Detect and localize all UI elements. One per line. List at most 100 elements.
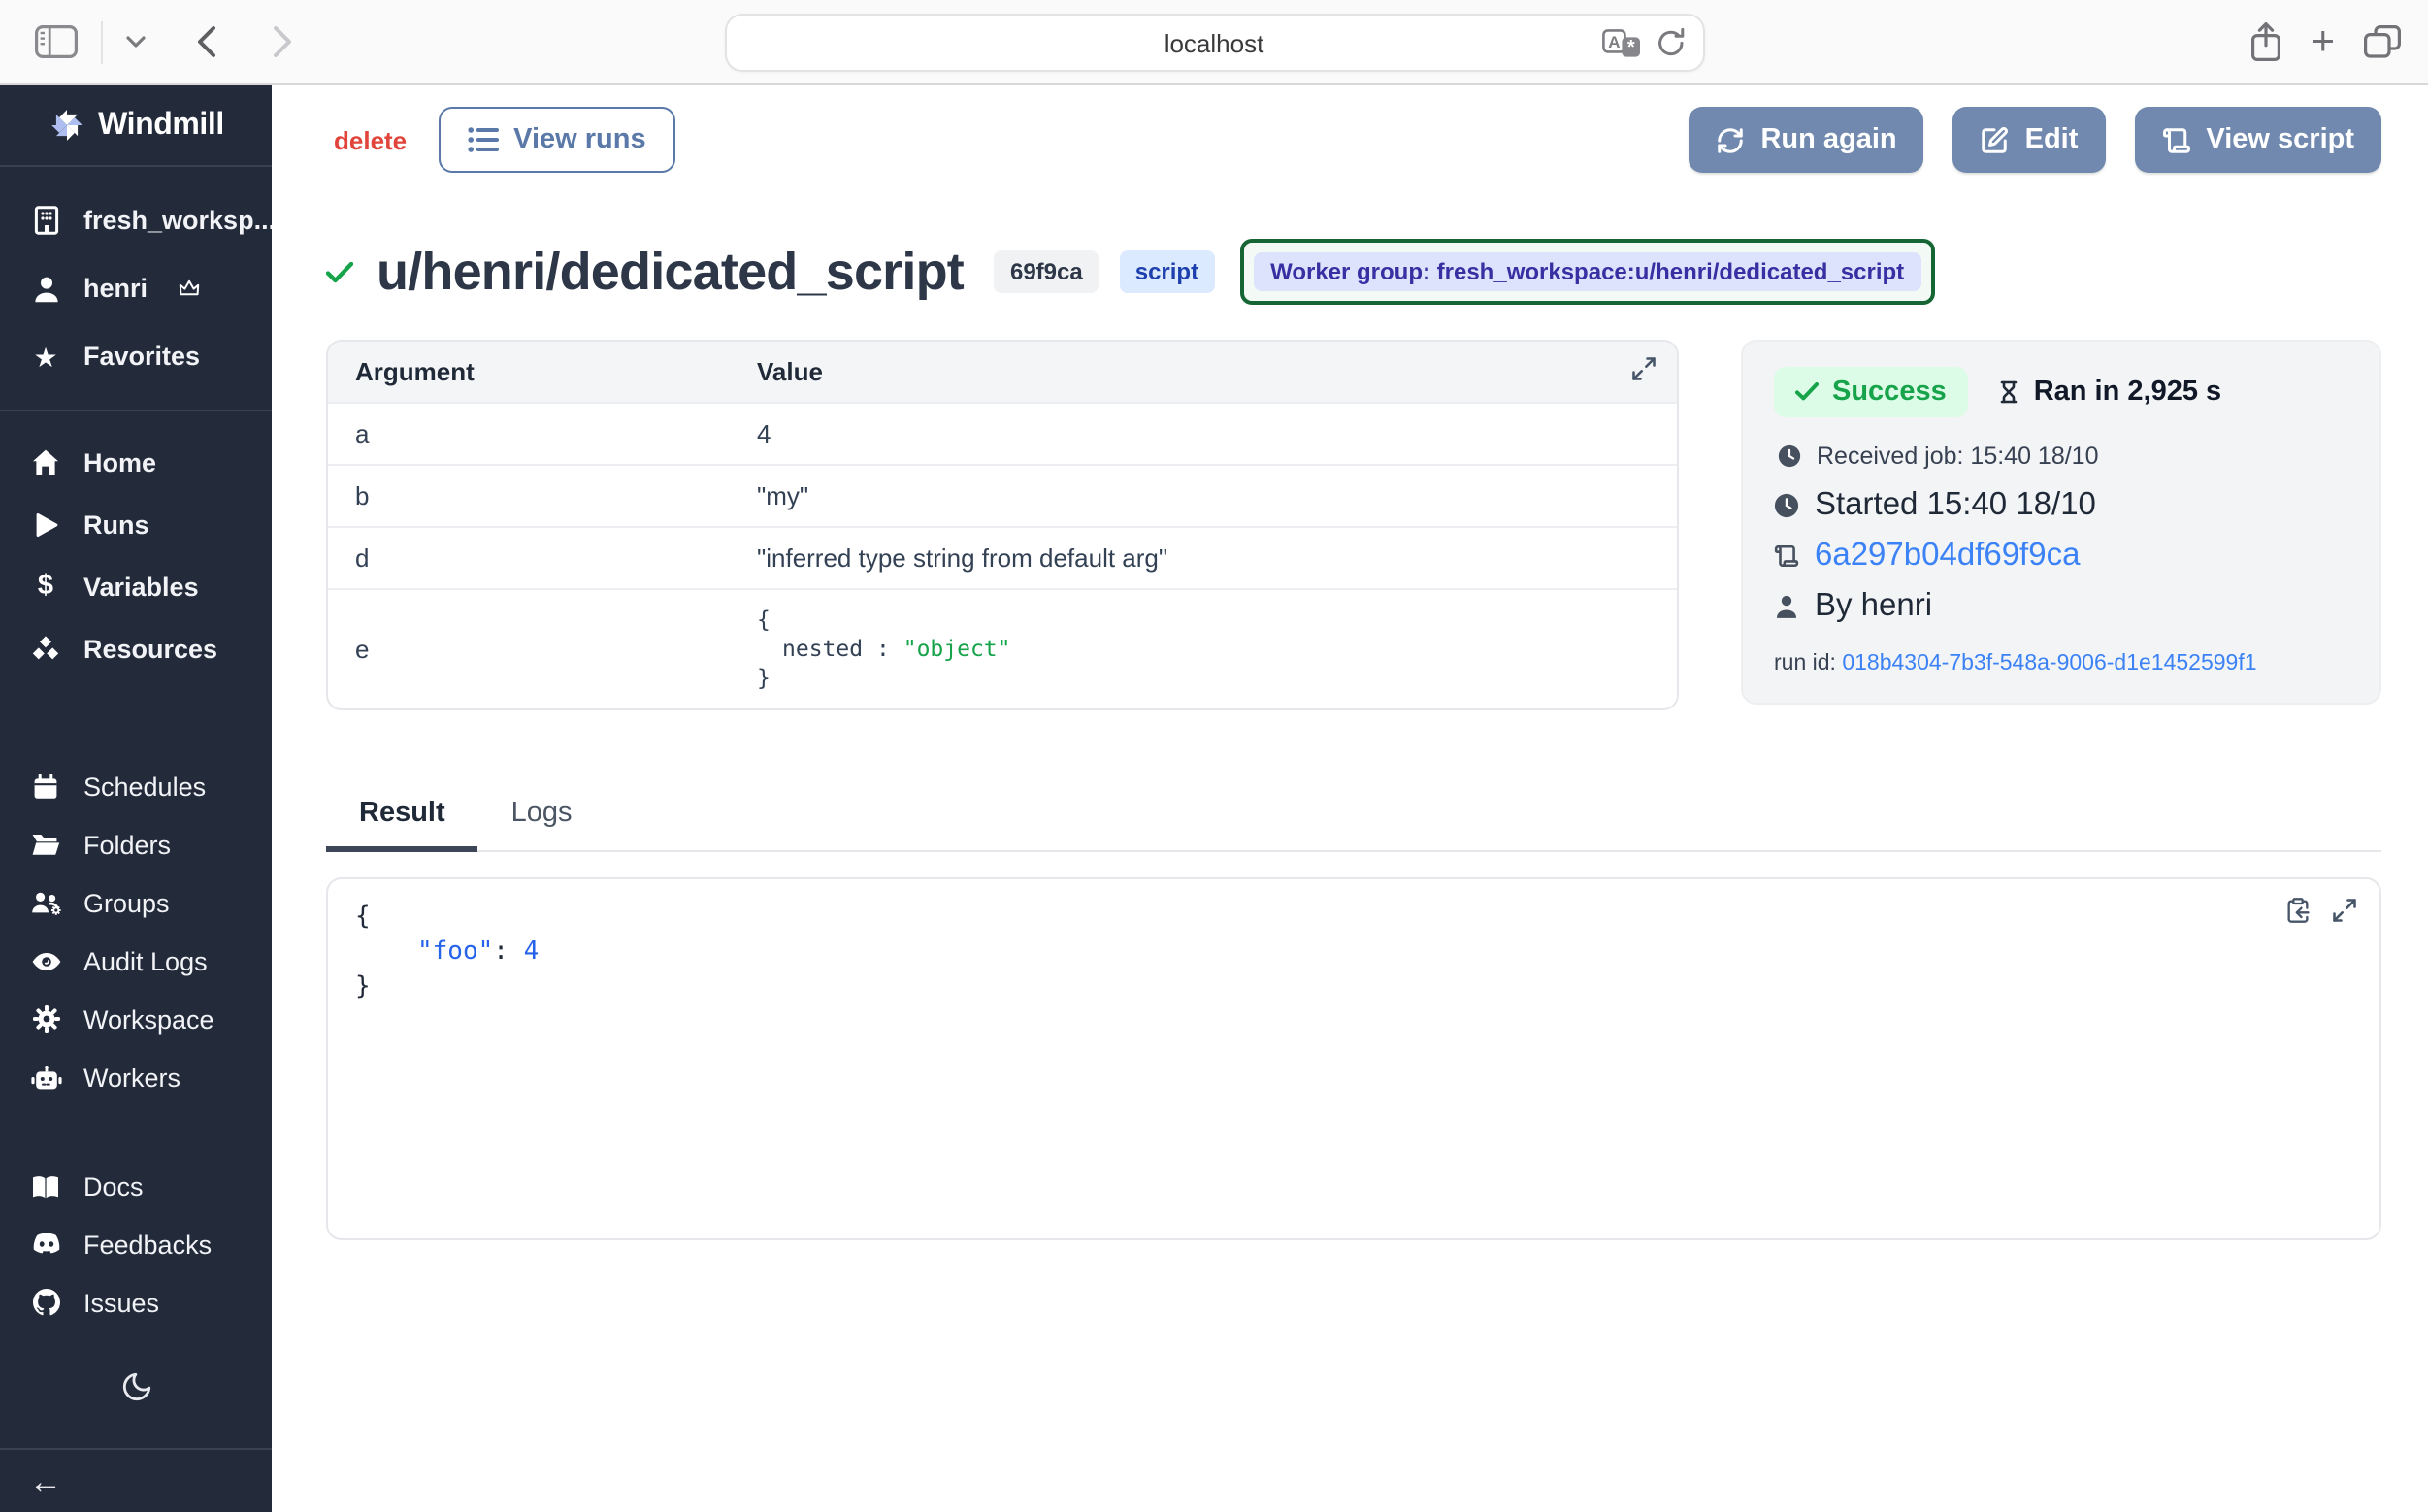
crown-icon	[179, 279, 200, 297]
sidebar-item-home[interactable]: Home	[0, 431, 272, 493]
edit-button[interactable]: Edit	[1953, 107, 2106, 173]
sidebar-admin-nav: Schedules Folders Groups	[0, 757, 272, 1106]
nav-label: Groups	[83, 888, 170, 917]
sidebar-item-folders[interactable]: Folders	[0, 815, 272, 873]
eye-icon	[29, 950, 62, 971]
svg-text:*: *	[1626, 36, 1634, 57]
favorites-label: Favorites	[83, 342, 200, 371]
view-script-button[interactable]: View script	[2134, 107, 2381, 173]
expand-table-icon[interactable]	[1630, 355, 1657, 382]
result-tabs: Result Logs	[326, 798, 2381, 852]
arg-value: "inferred type string from default arg"	[757, 543, 1167, 573]
user-icon	[29, 275, 62, 302]
main-content: delete View runs Run again	[272, 85, 2428, 1512]
address-bar[interactable]: localhost A *	[724, 14, 1704, 72]
run-again-label: Run again	[1760, 124, 1896, 155]
arg-name: b	[328, 481, 757, 510]
sidebar-item-issues[interactable]: Issues	[0, 1273, 272, 1331]
sidebar-main-nav: Home Runs $ Variables Resources	[0, 410, 272, 699]
result-panel: { "foo": 4 }	[326, 877, 2381, 1240]
tab-logs[interactable]: Logs	[478, 798, 606, 850]
sidebar-item-favorites[interactable]: ★ Favorites	[0, 322, 272, 390]
view-runs-button[interactable]: View runs	[438, 107, 674, 173]
reload-icon[interactable]	[1656, 27, 1685, 58]
hash-badge: 69f9ca	[995, 250, 1099, 293]
kind-badge: script	[1120, 250, 1214, 293]
sidebar-item-workers[interactable]: Workers	[0, 1048, 272, 1106]
clock-icon	[1774, 493, 1799, 518]
sidebar-item-resources[interactable]: Resources	[0, 617, 272, 679]
table-row: e { nested : "object" }	[328, 588, 1677, 708]
table-row: a 4	[328, 402, 1677, 464]
sidebar-item-variables[interactable]: $ Variables	[0, 555, 272, 617]
scroll-icon	[1774, 543, 1799, 569]
nav-label: Feedbacks	[83, 1230, 212, 1259]
success-check-icon	[326, 261, 353, 282]
run-again-button[interactable]: Run again	[1689, 107, 1923, 173]
started-text: Started 15:40 18/10	[1815, 487, 2096, 524]
github-icon	[29, 1289, 62, 1316]
sidebar-item-user[interactable]: henri	[0, 254, 272, 322]
sidebar-item-groups[interactable]: Groups	[0, 873, 272, 932]
translate-icon[interactable]: A *	[1601, 28, 1640, 57]
tab-result[interactable]: Result	[326, 798, 478, 852]
json-colon: :	[493, 937, 523, 967]
job-detail-panel: Success Ran in 2,925 s Re	[1741, 340, 2381, 705]
sidebar-toggle-icon[interactable]	[35, 25, 78, 58]
table-row: d "inferred type string from default arg…	[328, 526, 1677, 588]
received-text: Received job: 15:40 18/10	[1817, 443, 2099, 470]
arg-name: d	[328, 543, 757, 573]
copy-result-icon[interactable]	[2284, 897, 2312, 924]
expand-result-icon[interactable]	[2331, 897, 2358, 924]
nav-label: Home	[83, 447, 156, 477]
arg-name: e	[328, 635, 757, 664]
page-title: u/henri/dedicated_script	[377, 242, 964, 302]
status-badge: Success	[1774, 367, 1968, 417]
dollar-icon: $	[29, 573, 62, 601]
building-icon	[29, 206, 62, 235]
sidebar-help-nav: Docs Feedbacks Issues	[0, 1157, 272, 1331]
nav-label: Variables	[83, 572, 199, 601]
delete-button[interactable]: delete	[334, 125, 407, 154]
script-hash-link[interactable]: 6a297b04df69f9ca	[1815, 538, 2080, 575]
share-icon[interactable]	[2248, 21, 2281, 62]
json-value: 4	[524, 937, 540, 967]
sidebar-item-runs[interactable]: Runs	[0, 493, 272, 555]
url-text: localhost	[1165, 28, 1264, 57]
nav-label: Workspace	[83, 1004, 214, 1034]
run-id-link[interactable]: 018b4304-7b3f-548a-9006-d1e1452599f1	[1842, 652, 2256, 675]
workspace-name: fresh_worksp...	[83, 206, 276, 235]
sidebar-item-schedules[interactable]: Schedules	[0, 757, 272, 815]
chevron-down-icon[interactable]	[126, 35, 146, 49]
nav-label: Folders	[83, 830, 171, 859]
tab-overview-icon[interactable]	[2364, 25, 2401, 58]
dark-mode-toggle[interactable]	[0, 1370, 272, 1403]
arg-value: "my"	[757, 481, 808, 510]
json-key: "foo"	[417, 937, 493, 967]
brand[interactable]: Windmill	[0, 85, 272, 167]
sidebar-item-feedbacks[interactable]: Feedbacks	[0, 1215, 272, 1273]
new-tab-icon[interactable]: +	[2311, 21, 2335, 62]
job-toolbar: delete View runs Run again	[326, 107, 2381, 173]
sidebar-item-audit-logs[interactable]: Audit Logs	[0, 932, 272, 990]
sidebar-item-docs[interactable]: Docs	[0, 1157, 272, 1215]
arguments-table-header: Argument Value	[328, 342, 1677, 402]
status-text: Success	[1832, 377, 1947, 408]
user-name: henri	[83, 274, 148, 303]
received-line: Received job: 15:40 18/10	[1774, 443, 2348, 470]
forward-button-icon[interactable]	[272, 25, 293, 58]
user-icon	[1774, 594, 1799, 619]
view-script-label: View script	[2206, 124, 2354, 155]
scroll-icon	[2161, 125, 2190, 154]
started-line: Started 15:40 18/10	[1774, 487, 2348, 524]
worker-group-box[interactable]: Worker group: fresh_workspace:u/henri/de…	[1239, 239, 1935, 305]
moon-icon	[119, 1370, 152, 1403]
sidebar-item-workspace[interactable]: fresh_worksp...	[0, 186, 272, 254]
nav-label: Schedules	[83, 772, 206, 801]
collapse-sidebar-button[interactable]: ←	[0, 1448, 272, 1512]
sidebar: Windmill fresh_worksp... henri	[0, 85, 272, 1512]
clock-icon	[1778, 444, 1801, 468]
run-id-label: run id:	[1774, 652, 1842, 675]
sidebar-item-workspace-settings[interactable]: Workspace	[0, 990, 272, 1048]
back-button-icon[interactable]	[196, 25, 217, 58]
